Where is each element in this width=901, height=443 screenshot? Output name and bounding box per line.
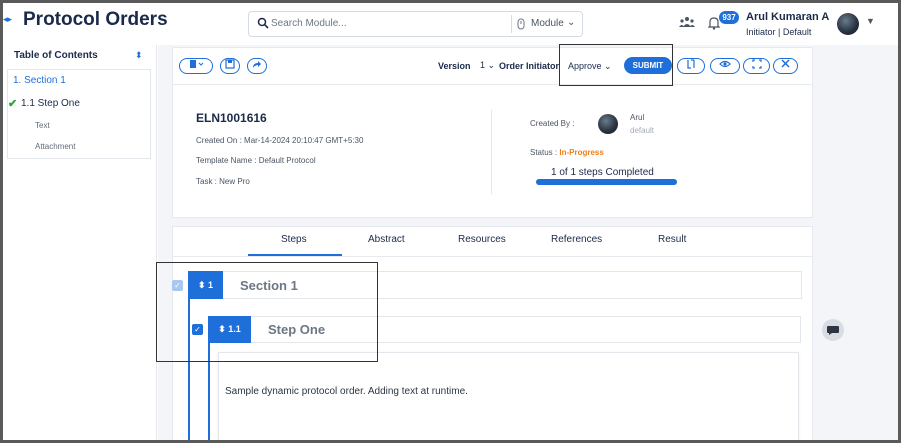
- module-icon: [517, 18, 525, 30]
- toc-item-attachment[interactable]: Attachment: [35, 142, 75, 151]
- step-content-text[interactable]: Sample dynamic protocol order. Adding te…: [225, 386, 468, 397]
- approve-select[interactable]: Approve ⌄: [568, 61, 612, 72]
- close-button[interactable]: [773, 58, 798, 74]
- task-name: Task : New Pro: [196, 177, 250, 186]
- steps-completed: 1 of 1 steps Completed: [551, 167, 654, 178]
- search-icon: [257, 17, 269, 29]
- submit-button[interactable]: SUBMIT: [624, 57, 672, 74]
- team-icon[interactable]: [678, 16, 696, 28]
- progress-bar: [536, 179, 677, 185]
- compare-button[interactable]: [677, 58, 705, 74]
- chevron-down-icon: ⌄: [487, 60, 496, 70]
- created-on: Created On : Mar-14-2024 20:10:47 GMT+5:…: [196, 136, 364, 145]
- save-button[interactable]: [220, 58, 240, 74]
- tab-steps[interactable]: Steps: [281, 234, 307, 245]
- highlight-box: [156, 262, 378, 362]
- search-input[interactable]: Search Module...: [271, 18, 347, 29]
- toc-item-text[interactable]: Text: [35, 121, 50, 130]
- status-row: Status : In-Progress: [530, 148, 604, 157]
- order-id: ELN1001616: [196, 111, 267, 125]
- tab-abstract[interactable]: Abstract: [368, 234, 405, 245]
- toc-item-section-1[interactable]: 1. Section 1: [13, 75, 66, 86]
- creator-role: default: [630, 126, 655, 135]
- toolbar-divider: [172, 84, 813, 85]
- chevron-down-icon: ⌄: [604, 61, 612, 71]
- approve-value: Approve: [568, 61, 602, 71]
- version-select[interactable]: 1 ⌄: [480, 60, 495, 71]
- page-title: Protocol Orders: [23, 9, 168, 30]
- tab-resources[interactable]: Resources: [458, 234, 506, 245]
- search-bar[interactable]: Search Module... Module ⌄: [248, 11, 583, 37]
- tab-references[interactable]: References: [551, 234, 602, 245]
- active-tab-indicator: [248, 254, 342, 256]
- fullscreen-button[interactable]: [743, 58, 770, 74]
- tab-result[interactable]: Result: [658, 234, 686, 245]
- order-initiator-label: Order Initiator: [499, 61, 560, 71]
- progress-fill: [536, 179, 677, 185]
- toc-title: Table of Contents: [14, 50, 98, 61]
- details-divider: [491, 110, 492, 194]
- user-name: Arul Kumaran A: [746, 11, 830, 23]
- chat-button[interactable]: [822, 319, 844, 341]
- sort-icon[interactable]: ⬍: [135, 50, 143, 61]
- chat-icon: [827, 326, 839, 335]
- share-icon: [253, 61, 261, 68]
- caret-down-icon[interactable]: ▼: [866, 16, 875, 26]
- collapse-sidebar-icon[interactable]: ◂▸: [3, 14, 12, 24]
- status-badge: In-Progress: [559, 148, 604, 157]
- notification-badge: 937: [719, 11, 739, 24]
- chevron-down-icon[interactable]: ⌄: [567, 17, 575, 28]
- toc-item-step-one[interactable]: 1.1 Step One: [21, 98, 80, 109]
- module-select[interactable]: Module: [531, 18, 564, 29]
- file-icon: [190, 60, 204, 68]
- tabs-divider: [172, 256, 813, 257]
- eye-icon: [719, 60, 731, 68]
- expand-icon: [751, 59, 762, 69]
- version-label: Version: [438, 61, 471, 71]
- avatar[interactable]: [837, 13, 859, 35]
- created-by-label: Created By :: [530, 119, 575, 128]
- template-name: Template Name : Default Protocol: [196, 156, 316, 165]
- compare-icon: [687, 59, 695, 69]
- close-icon: [781, 59, 790, 68]
- save-icon: [225, 59, 235, 69]
- creator-avatar: [598, 114, 618, 134]
- search-divider: [511, 15, 512, 33]
- status-label: Status :: [530, 148, 558, 157]
- creator-name: Arul: [630, 113, 645, 122]
- version-value: 1: [480, 60, 486, 70]
- preview-button[interactable]: [710, 58, 740, 74]
- user-role: Initiator | Default: [746, 27, 812, 37]
- step-content-editor[interactable]: [218, 352, 799, 443]
- export-dropdown-button[interactable]: [179, 58, 213, 74]
- check-icon: ✔: [8, 98, 18, 110]
- sidebar: Table of Contents ⬍ 1. Section 1 ✔ 1.1 S…: [0, 45, 157, 443]
- share-button[interactable]: [247, 58, 267, 74]
- top-bar: ◂▸ Protocol Orders Search Module... Modu…: [0, 0, 901, 45]
